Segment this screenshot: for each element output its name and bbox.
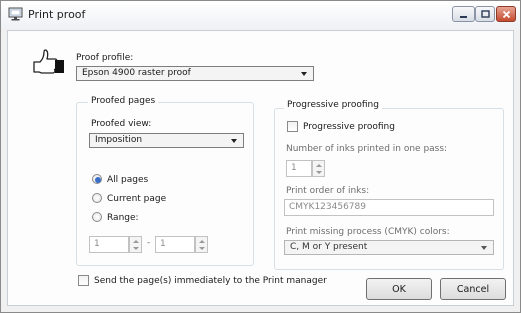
maximize-button[interactable] xyxy=(475,6,495,22)
spin-down-icon xyxy=(316,171,322,174)
cancel-button[interactable]: Cancel xyxy=(440,278,506,300)
proof-profile-dropdown[interactable]: Epson 4900 raster proof xyxy=(76,66,314,81)
range-to-spinner[interactable] xyxy=(195,236,208,253)
range-to-input[interactable]: 1 xyxy=(155,236,195,253)
spin-down-icon xyxy=(199,247,205,250)
progressive-proofing-title: Progressive proofing xyxy=(284,100,382,110)
proof-profile-value: Epson 4900 raster proof xyxy=(82,68,191,78)
progressive-proofing-checkbox[interactable] xyxy=(287,121,298,132)
send-to-print-manager-label: Send the page(s) immediately to the Prin… xyxy=(94,276,327,286)
range-label: Range: xyxy=(107,213,139,223)
maximize-icon xyxy=(480,9,490,18)
monitor-icon xyxy=(8,7,23,22)
inks-per-pass-label: Number of inks printed in one pass: xyxy=(286,144,448,154)
spin-up-icon xyxy=(133,240,139,243)
proofed-view-dropdown[interactable]: Imposition xyxy=(89,133,244,148)
current-page-radio[interactable] xyxy=(92,193,102,203)
ok-button[interactable]: OK xyxy=(366,278,432,300)
all-pages-label: All pages xyxy=(107,175,149,185)
proof-profile-label: Proof profile: xyxy=(76,53,134,63)
missing-colors-value: C, M or Y present xyxy=(290,242,368,252)
spin-up-icon xyxy=(199,240,205,243)
window-title: Print proof xyxy=(28,8,86,21)
inks-per-pass-spinner[interactable] xyxy=(312,160,325,177)
print-order-label: Print order of inks: xyxy=(286,186,370,196)
chevron-down-icon xyxy=(231,139,237,143)
minimize-button[interactable] xyxy=(452,6,475,22)
range-from-input[interactable]: 1 xyxy=(89,236,129,253)
all-pages-radio[interactable] xyxy=(92,174,102,184)
send-to-print-manager-checkbox[interactable] xyxy=(78,275,89,286)
inks-per-pass-input[interactable]: 1 xyxy=(286,160,312,177)
current-page-label: Current page xyxy=(107,194,167,204)
print-order-input[interactable]: CMYK123456789 xyxy=(284,199,494,216)
thumbs-up-icon xyxy=(31,48,65,80)
range-radio[interactable] xyxy=(92,212,102,222)
close-button[interactable] xyxy=(496,6,516,22)
range-from-spinner[interactable] xyxy=(129,236,142,253)
spin-up-icon xyxy=(316,164,322,167)
minimize-icon xyxy=(460,15,467,18)
progressive-proofing-label: Progressive proofing xyxy=(303,122,395,132)
chevron-down-icon xyxy=(481,246,487,250)
missing-colors-label: Print missing process (CMYK) colors: xyxy=(286,227,450,237)
range-separator: - xyxy=(147,238,151,248)
chevron-down-icon xyxy=(301,72,307,76)
proofed-pages-title: Proofed pages xyxy=(88,96,159,106)
proofed-view-label: Proofed view: xyxy=(91,119,152,129)
proofed-view-value: Imposition xyxy=(95,135,143,145)
spin-down-icon xyxy=(133,247,139,250)
missing-colors-dropdown[interactable]: C, M or Y present xyxy=(284,240,494,255)
close-icon xyxy=(502,10,510,18)
